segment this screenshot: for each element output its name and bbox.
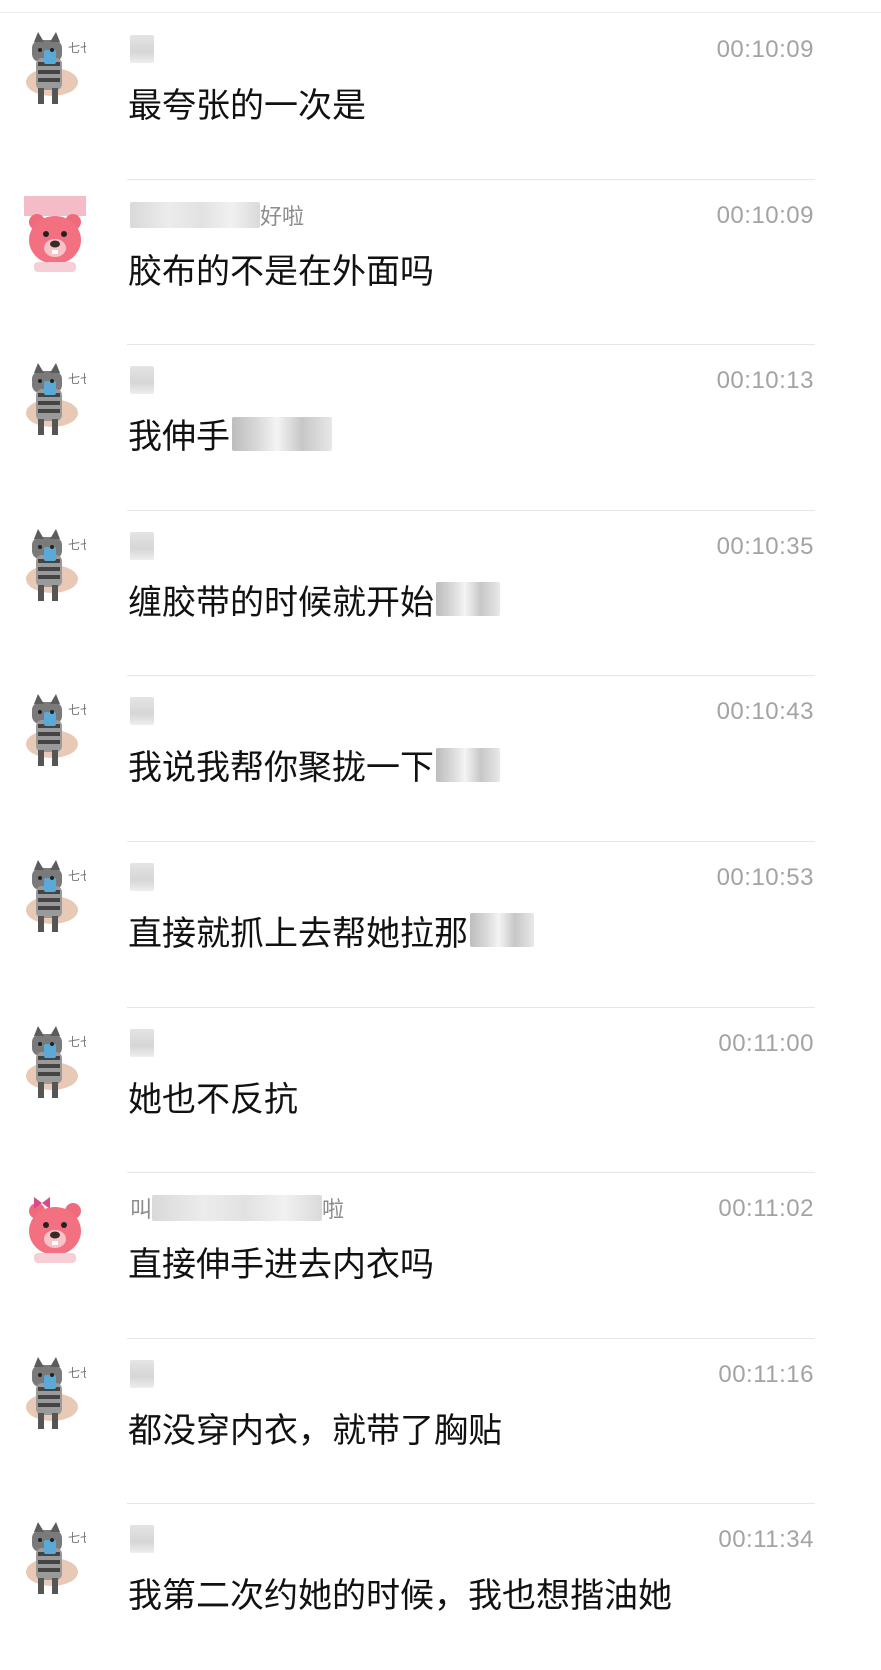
redacted-name-blur: [130, 1525, 154, 1554]
redacted-name-blur: [130, 697, 154, 726]
message-text-content: 我第二次约她的时候，我也想揩油她: [128, 1576, 672, 1617]
sender-name: [130, 696, 154, 726]
message-text-content: 都没穿内衣，就带了胸贴: [128, 1410, 502, 1451]
cat-avatar-icon[interactable]: 七七: [24, 361, 86, 439]
message-time: 00:10:09: [716, 201, 814, 229]
message-text-content: 她也不反抗: [128, 1079, 298, 1120]
list-item[interactable]: 七七 00:11:00 她也不反抗: [0, 1008, 881, 1174]
cat-avatar-icon[interactable]: 七七: [24, 527, 86, 605]
list-item[interactable]: 七七 00:11:34 我第二次约她的时候，我也想揩油她: [0, 1504, 881, 1670]
message-time: 00:10:43: [716, 698, 814, 726]
redacted-text-blur: [436, 747, 500, 782]
list-item[interactable]: 叫 啦 00:11:02 直接伸手进去内衣吗: [0, 1173, 881, 1339]
sender-name: [130, 365, 154, 395]
sender-name: [130, 1359, 154, 1389]
message-text: 她也不反抗: [128, 1072, 298, 1121]
message-text: 我说我帮你聚拢一下: [128, 740, 500, 789]
cat-avatar-icon[interactable]: 七七: [24, 30, 86, 108]
sender-name: [130, 862, 154, 892]
message-text: 直接就抓上去帮她拉那: [128, 906, 534, 955]
pink-bear-avatar-icon[interactable]: [24, 195, 86, 274]
message-time: 00:11:02: [718, 1195, 814, 1223]
sender-name: [130, 34, 154, 64]
message-text: 胶布的不是在外面吗: [128, 244, 434, 293]
cat-avatar-icon[interactable]: 七七: [24, 1024, 86, 1102]
redacted-name-blur: [130, 366, 154, 395]
svg-text:七七: 七七: [68, 1531, 86, 1545]
redacted-name-blur: [130, 201, 260, 228]
message-text-content: 我说我帮你聚拢一下: [128, 748, 434, 789]
list-item[interactable]: 七七 00:10:09 最夸张的一次是: [0, 14, 881, 180]
message-text: 我伸手: [128, 409, 332, 458]
message-text-content: 最夸张的一次是: [128, 86, 366, 126]
cat-avatar-icon[interactable]: 七七: [24, 1355, 86, 1433]
message-text-content: 胶布的不是在外面吗: [128, 251, 434, 292]
redacted-text-blur: [232, 416, 332, 451]
svg-text:七七: 七七: [68, 1035, 86, 1049]
message-time: 00:11:00: [718, 1029, 814, 1057]
message-text: 缠胶带的时候就开始: [128, 575, 500, 624]
redacted-name-blur: [152, 1195, 323, 1222]
sender-name-suffix: 好啦: [260, 204, 305, 230]
top-divider: [0, 12, 881, 13]
svg-text:七七: 七七: [68, 41, 86, 55]
message-text-content: 缠胶带的时候就开始: [128, 582, 434, 623]
redacted-name-blur: [130, 1028, 154, 1057]
list-item[interactable]: 好啦 00:10:09 胶布的不是在外面吗: [0, 180, 881, 346]
list-item[interactable]: 七七 00:10:13 我伸手: [0, 345, 881, 511]
message-text: 直接伸手进去内衣吗: [128, 1237, 434, 1286]
list-item[interactable]: 七七 00:10:43 我说我帮你聚拢一下: [0, 676, 881, 842]
sender-name: [130, 1028, 154, 1058]
message-text: 都没穿内衣，就带了胸贴: [128, 1403, 502, 1452]
sender-name-suffix: 啦: [322, 1198, 345, 1224]
list-item[interactable]: 七七 00:10:35 缠胶带的时候就开始: [0, 511, 881, 677]
redacted-name-blur: [130, 531, 154, 560]
list-item[interactable]: 七七 00:10:53 直接就抓上去帮她拉那: [0, 842, 881, 1008]
message-text: 最夸张的一次是: [128, 78, 366, 127]
sender-name: 好啦: [130, 200, 304, 230]
message-time: 00:11:16: [718, 1360, 814, 1388]
sender-name: [130, 1524, 154, 1554]
message-text-content: 直接伸手进去内衣吗: [128, 1245, 434, 1286]
sender-name: 叫 啦: [130, 1193, 344, 1223]
message-text-content: 直接就抓上去帮她拉那: [128, 913, 468, 954]
svg-text:七七: 七七: [68, 1366, 86, 1380]
redacted-text-blur: [436, 582, 500, 617]
message-time: 00:10:09: [716, 36, 814, 63]
message-time: 00:11:34: [718, 1526, 814, 1554]
cat-avatar-icon[interactable]: 七七: [24, 1520, 86, 1598]
message-time: 00:10:35: [716, 532, 814, 560]
cat-avatar-icon[interactable]: 七七: [24, 692, 86, 770]
redacted-name-blur: [130, 1359, 154, 1388]
sender-name-prefix: 叫: [130, 1198, 153, 1224]
message-text-content: 我伸手: [128, 417, 230, 458]
svg-text:七七: 七七: [68, 869, 86, 883]
message-time: 00:10:13: [716, 367, 814, 395]
svg-text:七七: 七七: [68, 538, 86, 552]
redacted-name-blur: [130, 35, 154, 63]
redacted-text-blur: [470, 913, 534, 948]
svg-text:七七: 七七: [68, 703, 86, 717]
message-text: 我第二次约她的时候，我也想揩油她: [128, 1568, 672, 1617]
message-time: 00:10:53: [716, 863, 814, 891]
sender-name: [130, 531, 154, 561]
pink-bear-avatar-icon[interactable]: [24, 1189, 86, 1267]
list-item[interactable]: 七七 00:11:16 都没穿内衣，就带了胸贴: [0, 1339, 881, 1505]
redacted-name-blur: [130, 862, 154, 891]
svg-text:七七: 七七: [68, 372, 86, 386]
chat-history-list[interactable]: 七七 00:10:09 最夸张的一次是: [0, 14, 881, 1670]
cat-avatar-icon[interactable]: 七七: [24, 858, 86, 936]
